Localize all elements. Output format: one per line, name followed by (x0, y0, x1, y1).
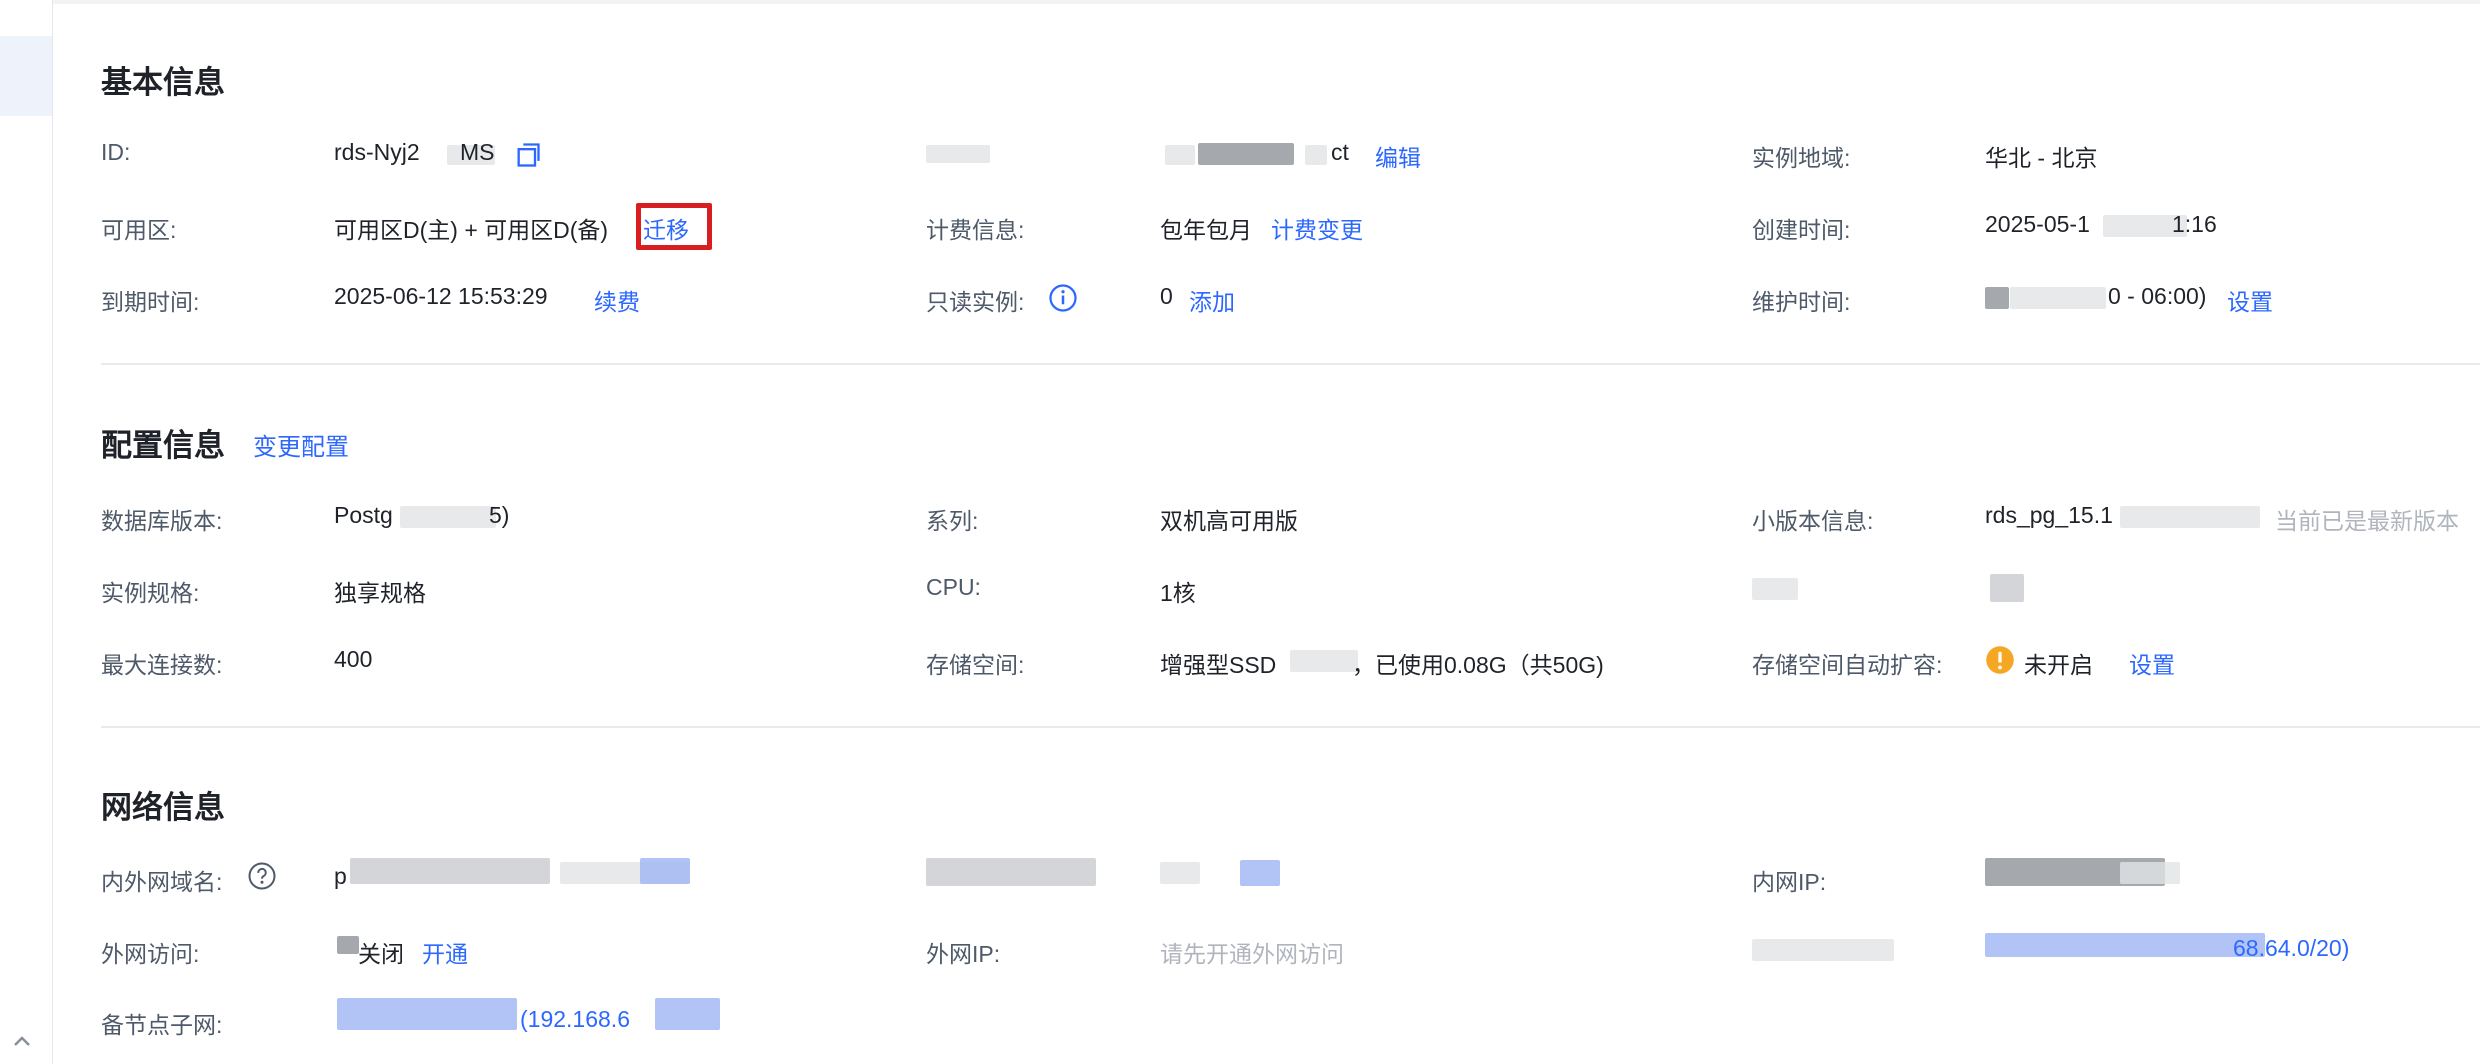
edit-name-link[interactable]: 编辑 (1375, 139, 1421, 173)
redacted-intranet-ip-2 (2120, 862, 2180, 884)
maintain-set-link[interactable]: 设置 (2227, 283, 2273, 317)
minor-version-value: rds_pg_15.1 (1985, 502, 2113, 528)
redacted-minor-version (2120, 506, 2260, 528)
redacted-maintain-2 (2010, 287, 2106, 309)
divider (101, 363, 2480, 365)
auto-expand-set-link[interactable]: 设置 (2129, 646, 2175, 680)
readonly-value: 0 (1160, 283, 1173, 309)
redacted-network-link (1240, 860, 1280, 886)
redacted-name-value-3 (1305, 145, 1327, 165)
divider (101, 726, 2480, 728)
label-region: 实例地域: (1752, 145, 1851, 171)
label-db-version: 数据库版本: (101, 508, 223, 534)
spec-value: 独享规格 (334, 580, 426, 606)
redacted-storage (1290, 650, 1358, 672)
label-billing: 计费信息: (926, 217, 1025, 243)
help-icon[interactable] (247, 861, 277, 891)
label-expire: 到期时间: (101, 289, 200, 315)
expire-value: 2025-06-12 15:53:29 (334, 283, 548, 309)
redacted-memory-value (1990, 574, 2024, 602)
label-intranet-ip: 内网IP: (1752, 869, 1827, 895)
section-title-config: 配置信息 (101, 428, 225, 463)
change-config-link[interactable]: 变更配置 (253, 427, 349, 462)
zone-value: 可用区D(主) + 可用区D(备) (334, 217, 609, 243)
instance-id-tail: MS (460, 139, 495, 165)
maintain-tail: 0 - 06:00) (2108, 283, 2207, 309)
created-tail: 1:16 (2172, 211, 2217, 237)
public-access-value: 关闭 (358, 941, 404, 967)
redacted-network-label (926, 858, 1096, 886)
redacted-standby-subnet-2 (655, 998, 720, 1030)
renew-link[interactable]: 续费 (594, 283, 640, 317)
sidebar (0, 0, 53, 1064)
highlight-box (636, 203, 712, 250)
redacted-name-value-2 (1198, 143, 1294, 165)
minor-version-status: 当前已是最新版本 (2275, 508, 2459, 534)
redacted-network-value (1160, 862, 1200, 884)
chevron-up-icon[interactable] (10, 1030, 34, 1054)
label-public-access: 外网访问: (101, 941, 200, 967)
primary-subnet-value[interactable]: 68.64.0/20) (2233, 935, 2349, 962)
redacted-memory-label (1752, 578, 1798, 600)
label-zone: 可用区: (101, 217, 177, 243)
public-access-open-link[interactable]: 开通 (422, 935, 468, 969)
redacted-domain-1 (350, 858, 550, 884)
section-title-network: 网络信息 (101, 790, 225, 825)
billing-change-link[interactable]: 计费变更 (1271, 211, 1363, 245)
label-public-ip: 外网IP: (926, 941, 1001, 967)
series-value: 双机高可用版 (1160, 508, 1298, 534)
label-standby-subnet: 备节点子网: (101, 1012, 223, 1038)
redacted-domain-3 (640, 858, 690, 884)
label-storage: 存储空间: (926, 652, 1025, 678)
info-icon[interactable] (1048, 283, 1078, 313)
label-spec: 实例规格: (101, 580, 200, 606)
redacted-db-version (400, 506, 496, 528)
label-domain: 内外网域名: (101, 869, 223, 895)
redacted-primary-label (1752, 939, 1894, 961)
section-title-basic: 基本信息 (101, 65, 225, 100)
instance-name-tail: ct (1331, 139, 1349, 165)
auto-expand-value: 未开启 (2024, 652, 2093, 678)
cpu-value: 1核 (1160, 580, 1196, 606)
created-value: 2025-05-1 (1985, 211, 2090, 237)
redacted-name-value-1 (1165, 145, 1195, 165)
standby-subnet-value[interactable]: (192.168.6 (520, 1006, 630, 1033)
db-version-value: Postg (334, 502, 393, 528)
warning-icon (1986, 646, 2014, 674)
redacted-primary-subnet (1985, 933, 2265, 957)
storage-usage: ，已使用0.08G（共50G) (1352, 652, 1604, 678)
redacted-name-label (926, 145, 990, 163)
storage-value: 增强型SSD (1160, 652, 1277, 678)
max-connections-value: 400 (334, 646, 373, 672)
top-border (0, 0, 2480, 4)
label-maintain: 维护时间: (1752, 289, 1851, 315)
label-created: 创建时间: (1752, 217, 1851, 243)
label-auto-expand: 存储空间自动扩容: (1752, 652, 1943, 678)
db-version-tail: 5) (489, 502, 510, 528)
label-max-connections: 最大连接数: (101, 652, 223, 678)
redacted-standby-subnet (337, 998, 517, 1030)
label-minor-version: 小版本信息: (1752, 508, 1874, 534)
sidebar-active-item[interactable] (0, 36, 52, 116)
instance-id-value: rds-Nyj2 (334, 139, 420, 165)
redacted-maintain-1 (1985, 287, 2009, 309)
public-ip-value: 请先开通外网访问 (1160, 941, 1344, 967)
region-value: 华北 - 北京 (1985, 145, 2098, 171)
redacted-public-access (337, 936, 359, 954)
label-series: 系列: (926, 508, 979, 534)
label-id: ID: (101, 139, 131, 165)
add-readonly-link[interactable]: 添加 (1189, 283, 1235, 317)
domain-value: p (334, 863, 347, 889)
billing-value: 包年包月 (1160, 217, 1252, 243)
label-readonly: 只读实例: (926, 289, 1025, 315)
copy-icon[interactable] (513, 141, 543, 169)
label-cpu: CPU: (926, 574, 981, 600)
